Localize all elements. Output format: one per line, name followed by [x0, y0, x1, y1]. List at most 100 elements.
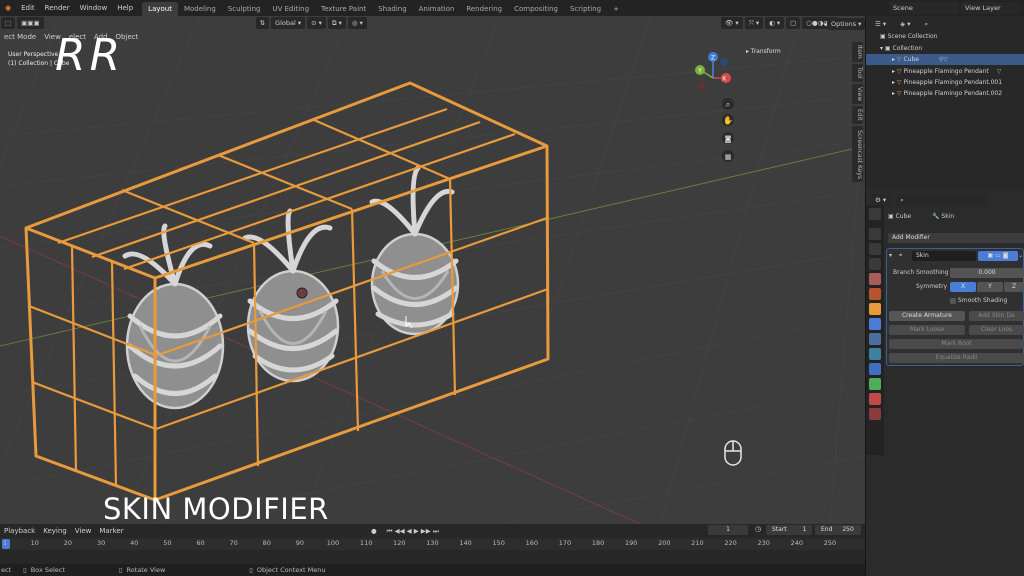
tab-view[interactable]: View — [852, 84, 863, 104]
tab-edit[interactable]: Edit — [852, 106, 863, 124]
outliner-item-pendant[interactable]: ▸ ▽ Pineapple Flamingo Pendant ▽ — [866, 66, 1024, 77]
options-dropdown[interactable]: Options ▾ — [827, 18, 866, 30]
menu-help[interactable]: Help — [112, 0, 138, 16]
menu-window[interactable]: Window — [75, 0, 113, 16]
visibility-icon[interactable]: 👁 ▾ — [721, 17, 743, 29]
tab-shading[interactable]: Shading — [372, 2, 412, 16]
properties-editor[interactable]: ⚙ ▾ ⌕ ▣ Cube 🔧 Skin Add Modifier ▾ ⌖ Ski… — [866, 192, 1024, 564]
transform-orientation-dropdown[interactable]: Global ▾ — [271, 17, 306, 29]
view-layer-selector[interactable]: View Layer — [961, 2, 1021, 14]
start-frame-field[interactable]: Start 1 — [766, 525, 812, 535]
menu-playback[interactable]: Playback — [0, 525, 39, 537]
create-armature-button[interactable]: Create Armature — [889, 311, 965, 321]
snap-icon[interactable]: ⧉ ▾ — [327, 17, 346, 29]
tab-screencast-keys[interactable]: Screencast Keys — [852, 126, 863, 182]
modifier-expand-icon[interactable]: ▾ — [889, 251, 892, 261]
navigation-gizmo[interactable]: X Z Y — [695, 52, 731, 90]
tab-item[interactable]: Item — [852, 42, 863, 62]
texture-tab-icon[interactable] — [869, 408, 881, 420]
mark-loose-button[interactable]: Mark Loose — [889, 325, 965, 335]
skin-modifier-icon: ⌖ — [899, 252, 903, 259]
props-modifier-context[interactable]: 🔧 Skin — [932, 212, 954, 222]
outliner-item-pendant-001[interactable]: ▸ ▽ Pineapple Flamingo Pendant.001 — [866, 77, 1024, 88]
object-tab-icon[interactable] — [869, 303, 881, 315]
menu-render[interactable]: Render — [40, 0, 75, 16]
outliner-scene-collection[interactable]: ▣ Scene Collection — [866, 31, 1024, 42]
pineapple-pendants[interactable] — [122, 165, 460, 410]
outliner-item-cube[interactable]: ▸ ▽ Cube ⚲▽ — [866, 54, 1024, 65]
add-workspace-icon[interactable]: + — [607, 2, 625, 16]
outliner-search-input[interactable]: ⌕ — [920, 18, 991, 30]
playback-controls[interactable]: ⏮ ◀◀ ◀ ▶ ▶▶ ⏭ — [382, 525, 443, 537]
display-mode-icon[interactable]: ◈ ▾ — [896, 18, 915, 30]
tab-rendering[interactable]: Rendering — [460, 2, 508, 16]
outliner[interactable]: ☰ ▾ ◈ ▾ ⌕ ▣ Scene Collection ▾ ▣ Collect… — [866, 16, 1024, 190]
props-object-context[interactable]: ▣ Cube — [888, 212, 911, 222]
view-layer-tab-icon[interactable] — [869, 258, 881, 270]
smooth-shading-checkbox[interactable]: Smooth Shading — [950, 296, 1007, 306]
overlay-toggle-icon[interactable]: ◐ ▾ — [765, 17, 785, 29]
current-frame-field[interactable]: 1 — [708, 525, 748, 535]
gizmo-toggle-icon[interactable]: ⤧ ▾ — [744, 17, 764, 29]
proportional-edit-icon[interactable]: ◎ ▾ — [347, 17, 367, 29]
outliner-item-pendant-002[interactable]: ▸ ▽ Pineapple Flamingo Pendant.002 — [866, 88, 1024, 99]
equalize-radii-button[interactable]: Equalize Radii — [889, 353, 1024, 363]
mark-root-button[interactable]: Mark Root — [889, 339, 1024, 349]
viewport-scene[interactable]: X Z Y ⌕ ✋ ◙ ▦ — [0, 16, 865, 524]
tab-compositing[interactable]: Compositing — [508, 2, 564, 16]
menu-keying[interactable]: Keying — [39, 525, 71, 537]
symmetry-y-toggle[interactable]: Y — [977, 282, 1003, 292]
scene-tab-icon[interactable] — [869, 273, 881, 285]
pivot-icon[interactable]: ⊙ ▾ — [307, 17, 326, 29]
interaction-mode-dropdown[interactable]: ect Mode — [0, 31, 40, 43]
tab-texture-paint[interactable]: Texture Paint — [315, 2, 372, 16]
symmetry-z-toggle[interactable]: Z — [1004, 282, 1024, 292]
tab-tool[interactable]: Tool — [852, 64, 863, 82]
3d-viewport[interactable]: X Z Y ⌕ ✋ ◙ ▦ — [0, 16, 865, 524]
timeline[interactable]: Playback Keying View Marker ● ⏮ ◀◀ ◀ ▶ ▶… — [0, 524, 865, 564]
menu-edit[interactable]: Edit — [16, 0, 40, 16]
add-modifier-button[interactable]: Add Modifier — [888, 233, 1024, 243]
svg-text:X: X — [722, 76, 726, 83]
tab-uv-editing[interactable]: UV Editing — [267, 2, 316, 16]
props-search-input[interactable]: ⌕ — [896, 194, 987, 206]
outliner-collection[interactable]: ▾ ▣ Collection — [866, 43, 1024, 54]
tab-animation[interactable]: Animation — [413, 2, 461, 16]
blender-logo-icon[interactable]: ◉ — [0, 0, 16, 16]
modifier-display-toggles[interactable]: ▣ ▭ ◙ — [978, 251, 1018, 261]
physics-tab-icon[interactable] — [869, 348, 881, 360]
symmetry-x-toggle[interactable]: X — [950, 282, 976, 292]
tab-scripting[interactable]: Scripting — [564, 2, 607, 16]
mouse-left-icon: ▯ — [23, 566, 27, 574]
orientation-icon[interactable]: ⇅ — [255, 17, 270, 29]
tab-sculpting[interactable]: Sculpting — [222, 2, 267, 16]
select-mode-icons[interactable]: ▣▣▣ — [17, 17, 44, 29]
tool-tab-icon[interactable] — [869, 208, 881, 220]
select-tool-icon[interactable]: ⬚ — [1, 17, 16, 29]
end-frame-field[interactable]: End 250 — [815, 525, 861, 535]
constraints-tab-icon[interactable] — [869, 363, 881, 375]
world-tab-icon[interactable] — [869, 288, 881, 300]
add-skin-data-button[interactable]: Add Skin Da — [969, 311, 1024, 321]
menu-marker[interactable]: Marker — [95, 525, 127, 537]
clear-loose-button[interactable]: Clear Loos — [969, 325, 1024, 335]
n-panel-transform-header[interactable]: ▸ Transform — [746, 48, 781, 55]
scene-selector[interactable]: Scene — [889, 2, 959, 14]
viewport-nav-buttons[interactable]: ⌕ ✋ ◙ ▦ — [722, 98, 734, 162]
record-icon[interactable]: ● — [367, 525, 381, 537]
output-tab-icon[interactable] — [869, 243, 881, 255]
branch-smoothing-field[interactable]: 0.000 — [950, 268, 1024, 278]
render-tab-icon[interactable] — [869, 228, 881, 240]
data-tab-icon[interactable] — [869, 378, 881, 390]
xray-toggle-icon[interactable]: ▢ — [786, 17, 801, 29]
modifier-menu-icon[interactable]: ⌄ — [1018, 251, 1023, 261]
material-tab-icon[interactable] — [869, 393, 881, 405]
tab-modeling[interactable]: Modeling — [178, 2, 222, 16]
modifier-name-field[interactable]: Skin — [912, 251, 976, 261]
modifier-tab-icon[interactable] — [869, 318, 881, 330]
menu-timeline-view[interactable]: View — [71, 525, 96, 537]
clock-icon[interactable]: ◷ — [755, 525, 761, 533]
editor-type-icon[interactable]: ☰ ▾ — [871, 18, 891, 30]
tab-layout[interactable]: Layout — [142, 1, 178, 16]
particles-tab-icon[interactable] — [869, 333, 881, 345]
